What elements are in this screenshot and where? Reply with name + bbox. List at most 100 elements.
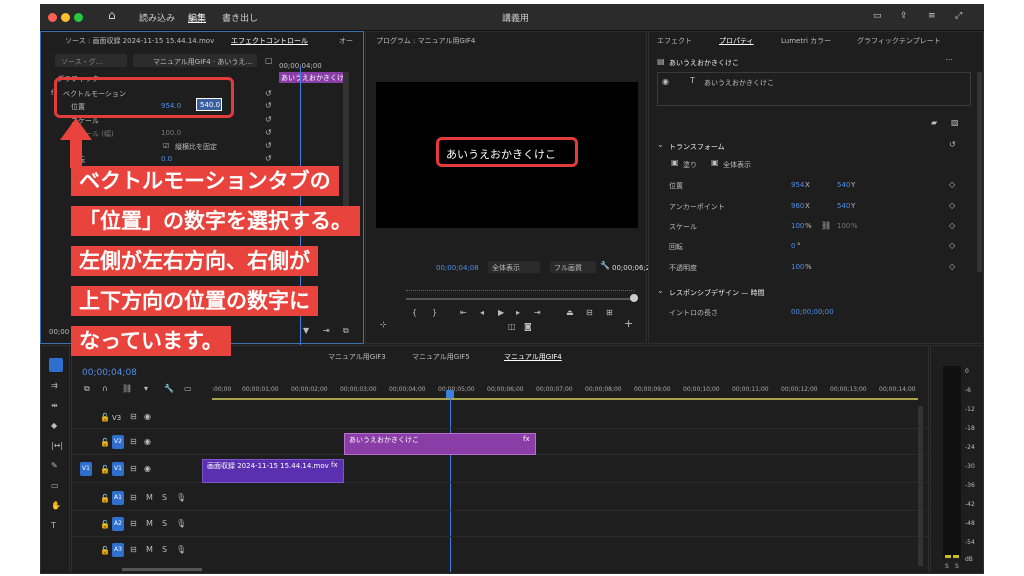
lock-icon[interactable]: 🔓: [100, 546, 110, 555]
menu-import[interactable]: 読み込み: [139, 11, 175, 24]
timeline-timecode[interactable]: 00;00;04;08: [82, 368, 137, 378]
program-timecode[interactable]: 00;00;04;08: [436, 264, 479, 272]
prop-anchor-y[interactable]: 540: [837, 202, 850, 210]
timeline-ruler[interactable]: :00;00 00;00;01;00 00;00;02;00 00;00;03;…: [212, 360, 916, 393]
track-target-a2[interactable]: A2: [112, 517, 124, 531]
microphone-icon[interactable]: 🎙: [176, 519, 186, 528]
new-layer-icon[interactable]: ▧: [951, 118, 959, 127]
lock-icon[interactable]: 🔓: [100, 413, 110, 422]
track-target-a1[interactable]: A1: [112, 491, 124, 505]
slip-tool-icon[interactable]: |↔|: [51, 441, 63, 450]
reset-icon[interactable]: ↺: [265, 141, 272, 150]
fit-dropdown[interactable]: 全体表示: [488, 261, 540, 273]
eye-icon[interactable]: ◉: [144, 437, 151, 446]
filter-icon[interactable]: ▼: [303, 326, 309, 335]
lock-aspect-checkbox[interactable]: ☑: [163, 142, 169, 150]
track-target-v2[interactable]: V2: [112, 435, 124, 449]
scale-width-value[interactable]: 100.0: [161, 129, 181, 137]
link-icon[interactable]: ⧉: [343, 326, 349, 336]
work-area-bar[interactable]: [212, 398, 918, 400]
go-to-out-icon[interactable]: ⇥: [534, 308, 541, 317]
microphone-icon[interactable]: 🎙: [176, 545, 186, 554]
menu-export[interactable]: 書き出し: [222, 11, 258, 24]
sync-lock-icon[interactable]: ⊟: [130, 437, 137, 446]
keyframe-icon[interactable]: ◇: [949, 201, 955, 210]
ec-scrollbar[interactable]: [343, 72, 349, 222]
rectangle-tool-icon[interactable]: ▭: [51, 481, 59, 490]
prop-position-x[interactable]: 954: [791, 181, 804, 189]
mark-in-icon[interactable]: {: [412, 308, 417, 317]
step-back-icon[interactable]: ◂: [480, 308, 484, 317]
keyframe-icon[interactable]: ◇: [949, 180, 955, 189]
eye-icon[interactable]: ◉: [144, 464, 151, 473]
nest-icon[interactable]: ⧉: [84, 384, 90, 394]
reset-icon[interactable]: ↺: [265, 89, 272, 98]
mute-icon[interactable]: M: [146, 519, 153, 528]
snap-icon[interactable]: ∩: [102, 384, 108, 393]
tab-graphic-templates[interactable]: グラフィックテンプレート: [857, 36, 941, 46]
zoom-window-button[interactable]: [74, 13, 83, 22]
reset-icon[interactable]: ↺: [949, 140, 956, 149]
timeline-zoom-scrollbar[interactable]: [122, 568, 202, 571]
quality-dropdown[interactable]: フル画質: [550, 261, 596, 273]
go-to-in-icon[interactable]: ⇤: [460, 308, 467, 317]
zoom-handle[interactable]: [630, 294, 638, 302]
intro-value[interactable]: 00;00;00;00: [791, 308, 834, 316]
extract-icon[interactable]: ⊟: [586, 308, 593, 317]
tab-lumetri[interactable]: Lumetri カラー: [781, 36, 831, 46]
program-zoom-bar[interactable]: [406, 298, 634, 300]
layer-item[interactable]: あいうえおかきくけこ: [704, 78, 774, 88]
clip-v1[interactable]: 画面収録 2024-11-15 15.44.14.mov fx: [202, 459, 344, 483]
workspace-icon[interactable]: ≡: [928, 11, 936, 21]
rotation-value[interactable]: 0.0: [161, 155, 172, 163]
mini-clip[interactable]: あいうえおかきくけ: [279, 72, 344, 83]
reset-icon[interactable]: ↺: [265, 154, 272, 163]
panel-layout-icon[interactable]: ▭: [873, 11, 882, 21]
lift-icon[interactable]: ⏏: [566, 308, 574, 317]
reset-icon[interactable]: ↺: [265, 101, 272, 110]
mute-icon[interactable]: M: [146, 545, 153, 554]
source-patch-v1[interactable]: V1: [80, 462, 92, 476]
linked-selection-icon[interactable]: ⛓: [122, 384, 132, 393]
play-icon[interactable]: ▶: [498, 308, 504, 317]
playhead-handle[interactable]: [446, 390, 454, 398]
mute-icon[interactable]: M: [146, 493, 153, 502]
sync-lock-icon[interactable]: ⊟: [130, 464, 137, 473]
fit-toggle-icon[interactable]: ▣: [711, 158, 719, 167]
clip-v2[interactable]: あいうえおかきくけこ fx: [344, 433, 536, 455]
timeline-vertical-scrollbar[interactable]: [918, 406, 923, 566]
solo-icon[interactable]: S: [162, 545, 167, 554]
settings-icon[interactable]: 🔧: [164, 384, 174, 393]
keyframe-icon[interactable]: ◇: [949, 221, 955, 230]
solo-icon[interactable]: S: [162, 519, 167, 528]
tab-effect-controls[interactable]: エフェクトコントロール: [231, 36, 308, 46]
prop-anchor-x[interactable]: 960: [791, 202, 804, 210]
sync-lock-icon[interactable]: ⊟: [130, 493, 137, 502]
link-icon[interactable]: ⛓: [821, 221, 831, 230]
tab-effects[interactable]: エフェクト: [657, 36, 692, 46]
solo-left-button[interactable]: S: [945, 563, 949, 570]
source-dropdown[interactable]: ソース・グ...: [55, 54, 127, 67]
share-icon[interactable]: ⇪: [900, 11, 908, 21]
solo-right-button[interactable]: S: [955, 563, 959, 570]
pen-tool-icon[interactable]: ✎: [51, 461, 58, 470]
prop-opacity-value[interactable]: 100: [791, 263, 804, 271]
razor-tool-icon[interactable]: ◆: [51, 421, 57, 430]
add-button-icon[interactable]: +: [624, 317, 633, 330]
program-scrubber[interactable]: [406, 284, 634, 291]
wrench-icon[interactable]: 🔧: [600, 261, 610, 270]
more-icon[interactable]: ⋯: [945, 55, 953, 64]
export-frame-icon[interactable]: ⇥: [323, 326, 330, 335]
compare-icon[interactable]: ⊞: [606, 308, 613, 317]
sync-lock-icon[interactable]: ⊟: [130, 412, 137, 421]
fullscreen-icon[interactable]: ⤢: [955, 11, 962, 21]
selection-tool-icon[interactable]: [49, 358, 63, 372]
prop-rotation-value[interactable]: 0: [791, 242, 795, 250]
lock-icon[interactable]: 🔓: [100, 438, 110, 447]
chevron-down-icon[interactable]: ⌄: [657, 286, 664, 295]
type-tool-icon[interactable]: T: [51, 521, 56, 530]
tab-source[interactable]: ソース : 画面収録 2024-11-15 15.44.14.mov: [65, 36, 214, 46]
marker-icon[interactable]: ▾: [144, 384, 148, 393]
reset-icon[interactable]: ↺: [265, 128, 272, 137]
tab-properties[interactable]: プロパティ: [719, 36, 754, 46]
